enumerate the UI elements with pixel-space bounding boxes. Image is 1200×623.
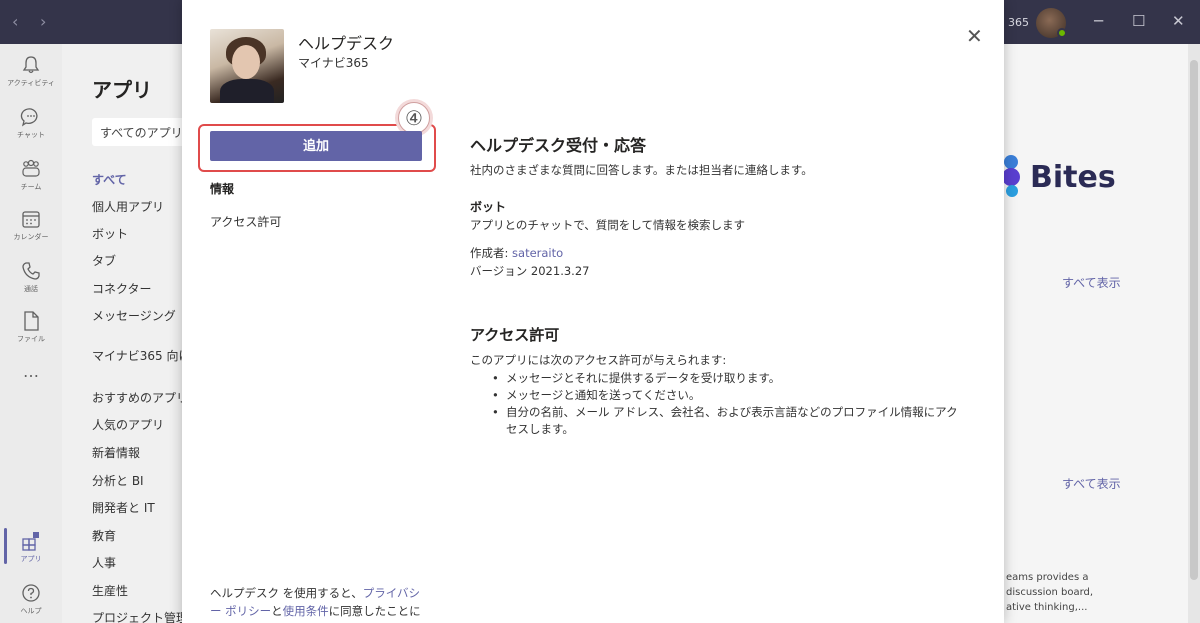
rail-label: チャット xyxy=(17,131,45,139)
app-name: ヘルプデスク xyxy=(298,34,395,53)
window-close-icon[interactable]: ✕ xyxy=(1172,12,1185,30)
rail-label: 通話 xyxy=(24,285,38,293)
version-text: バージョン 2021.3.27 xyxy=(470,264,590,278)
permissions-intro: このアプリには次のアクセス許可が与えられます: xyxy=(470,353,727,367)
rail-label: アクティビティ xyxy=(7,79,55,87)
back-icon[interactable]: ‹ xyxy=(12,12,18,31)
category-item[interactable]: タブ xyxy=(92,252,116,269)
app-publisher: マイナビ365 xyxy=(298,56,369,70)
app-description: 社内のさまざまな質問に回答します。または担当者に連絡します。 xyxy=(470,163,813,177)
rail-label: カレンダー xyxy=(13,233,49,241)
app-title: ヘルプデスク受付・応答 xyxy=(470,136,647,155)
category-item[interactable]: 人事 xyxy=(92,554,116,571)
featured-app-name: Bites xyxy=(1030,159,1116,195)
bot-description: アプリとのチャットで、質問をして情報を検索します xyxy=(470,218,745,232)
add-button[interactable]: 追加 xyxy=(210,131,422,161)
more-icon: … xyxy=(23,362,39,381)
apps-page-title: アプリ xyxy=(92,78,152,102)
app-card-description: eams provides a xyxy=(1006,572,1089,583)
rail-item-more[interactable]: … xyxy=(0,362,62,381)
help-icon xyxy=(22,584,40,602)
category-item[interactable]: コネクター xyxy=(92,280,152,297)
rail-label: ファイル xyxy=(17,335,45,343)
category-item[interactable]: ボット xyxy=(92,225,128,242)
nav-heading-info[interactable]: 情報 xyxy=(210,180,234,197)
app-rail: アクティビティ チャット チーム カレンダー 通話 ファイル … アプリ ヘルプ xyxy=(0,44,62,623)
category-item[interactable]: マイナビ365 向け xyxy=(92,347,182,364)
rail-item-activity[interactable]: アクティビティ xyxy=(0,54,62,88)
terms-text: ヘルプデスク を使用すると、 xyxy=(210,586,363,600)
category-item[interactable]: 分析と BI xyxy=(92,472,144,489)
scrollbar-thumb[interactable] xyxy=(1190,60,1198,580)
file-icon xyxy=(24,311,39,331)
rail-item-help[interactable]: ヘルプ xyxy=(0,582,62,616)
org-name: 365 xyxy=(1008,16,1029,29)
category-item[interactable]: 開発者と IT xyxy=(92,499,155,516)
rail-item-calendar[interactable]: カレンダー xyxy=(0,208,62,242)
category-item[interactable]: 教育 xyxy=(92,527,116,544)
category-item[interactable]: 人気のアプリ xyxy=(92,416,164,433)
rail-label: ヘルプ xyxy=(20,607,42,615)
close-icon[interactable]: ✕ xyxy=(966,24,983,48)
author-label: 作成者: xyxy=(470,246,513,260)
category-item[interactable]: プロジェクト管理 xyxy=(92,609,182,623)
rail-item-chat[interactable]: チャット xyxy=(0,106,62,140)
app-gallery-background xyxy=(1004,44,1200,623)
rail-label: チーム xyxy=(20,183,42,191)
category-item[interactable]: メッセージング xyxy=(92,307,176,324)
presence-status-icon xyxy=(1057,28,1067,38)
rail-item-teams[interactable]: チーム xyxy=(0,158,62,192)
app-card-description: discussion board, xyxy=(1006,587,1094,598)
bot-heading: ボット xyxy=(470,200,507,214)
apps-icon xyxy=(22,532,39,551)
phone-icon xyxy=(22,262,40,280)
permission-item: メッセージと通知を送ってください。 xyxy=(488,387,968,404)
rail-item-apps[interactable]: アプリ xyxy=(0,530,62,564)
category-item[interactable]: 生産性 xyxy=(92,582,128,599)
maximize-icon[interactable]: ☐ xyxy=(1132,12,1145,30)
minimize-icon[interactable]: ─ xyxy=(1094,12,1103,30)
terms-text: と xyxy=(271,604,283,618)
app-avatar-image xyxy=(210,29,284,103)
terms-notice: ヘルプデスク を使用すると、プライバシー ポリシーと使用条件に同意したことになり… xyxy=(210,584,425,623)
nav-item-permissions[interactable]: アクセス許可 xyxy=(210,213,281,230)
show-all-link[interactable]: すべて表示 xyxy=(1062,475,1121,492)
featured-app-banner[interactable]: Bites xyxy=(998,155,1116,199)
rail-item-files[interactable]: ファイル xyxy=(0,310,62,344)
permission-item: メッセージとそれに提供するデータを受け取ります。 xyxy=(488,370,968,387)
bell-icon xyxy=(22,56,40,74)
rail-label: アプリ xyxy=(20,555,42,563)
forward-icon[interactable]: › xyxy=(40,12,46,31)
chat-icon xyxy=(20,108,38,127)
permissions-list: メッセージとそれに提供するデータを受け取ります。 メッセージと通知を送ってくださ… xyxy=(488,370,968,438)
category-item[interactable]: 新着情報 xyxy=(92,444,140,461)
step-number-badge: ④ xyxy=(398,102,430,134)
category-item[interactable]: 個人用アプリ xyxy=(92,198,164,215)
permission-item: 自分の名前、メール アドレス、会社名、および表示言語などのプロファイル情報にアク… xyxy=(488,404,968,438)
permissions-heading: アクセス許可 xyxy=(470,326,560,344)
calendar-icon xyxy=(22,211,40,228)
app-card-description: ative thinking,... xyxy=(1006,602,1088,613)
author-line: 作成者: sateraito xyxy=(470,245,563,261)
category-item[interactable]: すべて xyxy=(92,171,127,188)
terms-of-use-link[interactable]: 使用条件 xyxy=(283,604,329,618)
app-details-dialog xyxy=(182,0,1004,623)
teams-icon xyxy=(22,159,40,177)
author-link[interactable]: sateraito xyxy=(512,246,563,260)
show-all-link[interactable]: すべて表示 xyxy=(1062,274,1121,291)
category-item[interactable]: おすすめのアプリ xyxy=(92,389,188,406)
rail-item-calls[interactable]: 通話 xyxy=(0,260,62,294)
